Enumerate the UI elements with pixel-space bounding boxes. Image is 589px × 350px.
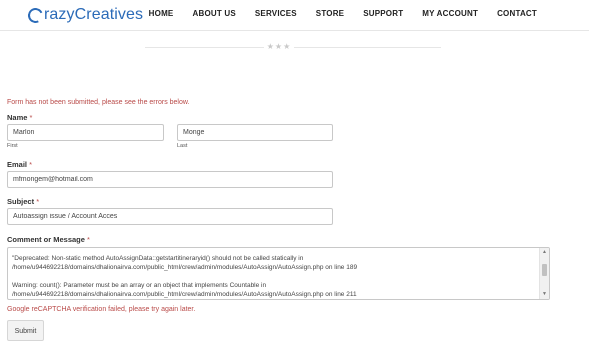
subject-label-text: Subject [7, 197, 35, 206]
comment-line: "Deprecated: Non-static method AutoAssig… [12, 255, 358, 271]
email-field[interactable] [7, 171, 333, 188]
nav-services[interactable]: SERVICES [255, 9, 297, 18]
required-mark: * [29, 113, 33, 122]
main-nav: HOME ABOUT US SERVICES STORE SUPPORT MY … [130, 9, 537, 18]
captcha-error-message: Google reCAPTCHA verification failed, pl… [7, 306, 196, 313]
scroll-thumb[interactable] [542, 264, 547, 276]
divider-stars-icon: ★★★ [264, 42, 294, 52]
last-name-input[interactable] [177, 124, 333, 141]
logo-c-icon [25, 5, 46, 25]
last-sublabel: Last [177, 143, 188, 149]
form-error-message: Form has not been submitted, please see … [7, 99, 190, 106]
subject-label: Subject * [7, 197, 39, 206]
site-logo[interactable]: razyCreatives [25, 4, 144, 26]
nav-about-us[interactable]: ABOUT US [192, 9, 235, 18]
required-mark: * [87, 235, 90, 244]
comment-label-text: Comment or Message [7, 235, 85, 244]
comment-text: "Deprecated: Non-static method AutoAssig… [12, 254, 537, 299]
scroll-down-icon[interactable]: ▼ [540, 290, 549, 299]
nav-contact[interactable]: CONTACT [497, 9, 537, 18]
comment-line: Warning: count(): Parameter must be an a… [12, 282, 357, 298]
name-label: Name * [7, 113, 32, 122]
required-mark: * [29, 160, 33, 169]
submit-button[interactable]: Submit [7, 320, 44, 341]
nav-store[interactable]: STORE [316, 9, 344, 18]
nav-my-account[interactable]: MY ACCOUNT [422, 9, 478, 18]
name-label-text: Name [7, 113, 28, 122]
email-label: Email * [7, 160, 32, 169]
comment-textarea[interactable]: "Deprecated: Non-static method AutoAssig… [7, 247, 550, 300]
subject-input[interactable] [7, 208, 333, 225]
nav-home[interactable]: HOME [149, 9, 174, 18]
first-sublabel: First [7, 143, 18, 149]
comment-label: Comment or Message * [7, 235, 90, 244]
site-header: razyCreatives HOME ABOUT US SERVICES STO… [0, 0, 589, 31]
nav-support[interactable]: SUPPORT [363, 9, 403, 18]
required-mark: * [36, 197, 40, 206]
first-name-input[interactable] [7, 124, 164, 141]
scroll-up-icon[interactable]: ▲ [540, 248, 549, 257]
textarea-scrollbar[interactable]: ▲ ▼ [539, 248, 549, 299]
logo-text: razyCreatives [44, 6, 144, 23]
email-label-text: Email [7, 160, 28, 169]
